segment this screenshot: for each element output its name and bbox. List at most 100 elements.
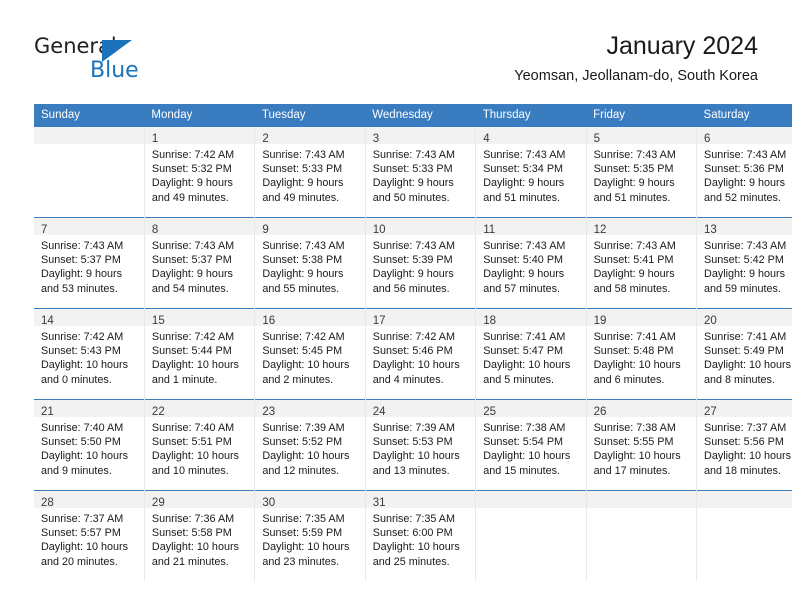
day-number-band: 10 xyxy=(366,218,476,236)
calendar-day-cell[interactable]: 3 Sunrise: 7:43 AM Sunset: 5:33 PM Daylight… xyxy=(364,127,476,218)
logo-word-blue: Blue xyxy=(90,58,139,83)
calendar-day-cell[interactable]: 21 Sunrise: 7:40 AM Sunset: 5:50 PM Dayligh… xyxy=(34,399,145,491)
daylight-text-cont: and 18 minutes. xyxy=(704,464,781,477)
calendar-day-cell[interactable]: 4 Sunrise: 7:43 AM Sunset: 5:34 PM Daylight… xyxy=(475,127,587,218)
daylight-text-cont: and 25 minutes. xyxy=(372,555,450,568)
daylight-text: Daylight: 9 hours xyxy=(593,268,675,281)
calendar-day-cell[interactable]: 19 Sunrise: 7:41 AM Sunset: 5:48 PM Dayligh… xyxy=(585,308,697,400)
daylight-text: Daylight: 9 hours xyxy=(41,268,123,281)
sunrise-text: Sunrise: 7:38 AM xyxy=(593,422,676,434)
calendar-day-cell[interactable]: 8 Sunrise: 7:43 AM Sunset: 5:37 PM Daylight… xyxy=(143,217,255,309)
sunset-text: Sunset: 5:46 PM xyxy=(372,345,453,358)
day-details: Sunrise: 7:43 AM Sunset: 5:42 PM Daylight:… xyxy=(698,235,792,296)
calendar-day-cell[interactable]: 2 Sunrise: 7:43 AM Sunset: 5:33 PM Daylight… xyxy=(254,127,366,218)
day-details: Sunrise: 7:41 AM Sunset: 5:47 PM Daylight:… xyxy=(477,326,586,387)
calendar-day-cell[interactable]: 17 Sunrise: 7:42 AM Sunset: 5:46 PM Dayligh… xyxy=(364,308,476,400)
sunset-text: Sunset: 5:44 PM xyxy=(151,345,232,358)
day-details: Sunrise: 7:43 AM Sunset: 5:36 PM Daylight:… xyxy=(698,144,792,205)
calendar-day-cell[interactable]: 12 Sunrise: 7:43 AM Sunset: 5:41 PM Dayligh… xyxy=(585,217,697,309)
daylight-text: Daylight: 10 hours xyxy=(41,450,129,463)
day-number-band: 21 xyxy=(34,400,144,418)
calendar-day-cell[interactable]: 13 Sunrise: 7:43 AM Sunset: 5:42 PM Dayligh… xyxy=(696,217,792,309)
calendar-day-cell[interactable]: 16 Sunrise: 7:42 AM Sunset: 5:45 PM Dayligh… xyxy=(254,308,366,400)
weekday-header-monday: Monday xyxy=(144,104,255,127)
calendar-day-cell[interactable]: 25 Sunrise: 7:38 AM Sunset: 5:54 PM Dayligh… xyxy=(475,399,587,491)
day-number: 24 xyxy=(372,406,386,418)
sunrise-text: Sunrise: 7:43 AM xyxy=(41,240,124,252)
daylight-text: Daylight: 10 hours xyxy=(372,450,460,463)
sunset-text: Sunset: 5:41 PM xyxy=(593,254,674,267)
sunrise-text: Sunrise: 7:43 AM xyxy=(372,240,455,252)
calendar-day-cell[interactable]: 22 Sunrise: 7:40 AM Sunset: 5:51 PM Dayligh… xyxy=(143,399,255,491)
daylight-text-cont: and 54 minutes. xyxy=(151,282,229,295)
daylight-text: Daylight: 10 hours xyxy=(483,359,571,372)
sunset-text: Sunset: 5:38 PM xyxy=(262,254,343,267)
daylight-text-cont: and 0 minutes. xyxy=(41,373,112,386)
day-number: 28 xyxy=(41,497,54,509)
sunrise-text: Sunrise: 7:43 AM xyxy=(704,240,787,252)
day-details: Sunrise: 7:42 AM Sunset: 5:45 PM Daylight:… xyxy=(256,326,365,387)
calendar-day-cell[interactable]: 26 Sunrise: 7:38 AM Sunset: 5:55 PM Dayligh… xyxy=(585,399,697,491)
calendar-day-cell[interactable]: 20 Sunrise: 7:41 AM Sunset: 5:49 PM Dayligh… xyxy=(696,308,792,400)
calendar-day-cell[interactable]: 9 Sunrise: 7:43 AM Sunset: 5:38 PM Daylight… xyxy=(254,217,366,309)
daylight-text: Daylight: 10 hours xyxy=(262,541,350,554)
day-number-band: 22 xyxy=(145,400,255,418)
calendar-day-cell[interactable]: 28 Sunrise: 7:37 AM Sunset: 5:57 PM Dayligh… xyxy=(34,490,145,581)
daylight-text-cont: and 8 minutes. xyxy=(704,373,775,386)
weekday-header-saturday: Saturday xyxy=(696,104,792,127)
daylight-text-cont: and 49 minutes. xyxy=(151,191,229,204)
calendar-week-row: 1 Sunrise: 7:42 AM Sunset: 5:32 PM Daylight… xyxy=(34,127,792,218)
calendar-day-cell[interactable]: 15 Sunrise: 7:42 AM Sunset: 5:44 PM Dayligh… xyxy=(143,308,255,400)
daylight-text: Daylight: 10 hours xyxy=(704,450,792,463)
sunrise-text: Sunrise: 7:43 AM xyxy=(483,240,566,252)
sunrise-text: Sunrise: 7:42 AM xyxy=(372,331,455,343)
calendar-day-cell[interactable]: 6 Sunrise: 7:43 AM Sunset: 5:36 PM Daylight… xyxy=(696,127,792,218)
daylight-text: Daylight: 10 hours xyxy=(151,450,239,463)
calendar-day-cell[interactable]: 24 Sunrise: 7:39 AM Sunset: 5:53 PM Dayligh… xyxy=(364,399,476,491)
day-details: Sunrise: 7:36 AM Sunset: 5:58 PM Daylight:… xyxy=(145,508,254,569)
calendar-day-cell[interactable]: 31 Sunrise: 7:35 AM Sunset: 6:00 PM Dayligh… xyxy=(364,490,476,581)
daylight-text-cont: and 12 minutes. xyxy=(262,464,340,477)
day-number-band: 14 xyxy=(34,309,144,327)
weekday-header-row: Sunday Monday Tuesday Wednesday Thursday Frid… xyxy=(34,104,792,127)
calendar-day-cell[interactable]: 5 Sunrise: 7:43 AM Sunset: 5:35 PM Daylight… xyxy=(585,127,697,218)
day-details xyxy=(698,508,792,512)
weekday-header-wednesday: Wednesday xyxy=(365,104,476,127)
day-number: 19 xyxy=(593,315,607,327)
weekday-header-tuesday: Tuesday xyxy=(254,104,366,127)
sunset-text: Sunset: 5:59 PM xyxy=(262,527,343,540)
sunrise-text: Sunrise: 7:43 AM xyxy=(593,240,676,252)
day-number-band xyxy=(697,491,792,508)
calendar-day-cell[interactable]: 7 Sunrise: 7:43 AM Sunset: 5:37 PM Daylight… xyxy=(34,217,145,309)
sunset-text: Sunset: 5:37 PM xyxy=(151,254,232,267)
general-blue-logo[interactable]: General Blue xyxy=(34,36,164,88)
calendar-day-cell[interactable]: 14 Sunrise: 7:42 AM Sunset: 5:43 PM Dayligh… xyxy=(34,308,145,400)
calendar-day-cell[interactable]: 10 Sunrise: 7:43 AM Sunset: 5:39 PM Dayligh… xyxy=(364,217,476,309)
daylight-text: Daylight: 9 hours xyxy=(372,177,454,190)
daylight-text: Daylight: 10 hours xyxy=(593,450,681,463)
sunrise-text: Sunrise: 7:39 AM xyxy=(262,422,345,434)
day-details: Sunrise: 7:42 AM Sunset: 5:32 PM Daylight:… xyxy=(145,144,254,205)
page-subtitle: Yeomsan, Jeollanam-do, South Korea xyxy=(514,68,758,84)
calendar-day-cell-empty xyxy=(696,490,792,581)
calendar-day-cell[interactable]: 29 Sunrise: 7:36 AM Sunset: 5:58 PM Dayligh… xyxy=(143,490,255,581)
calendar-day-cell[interactable]: 1 Sunrise: 7:42 AM Sunset: 5:32 PM Daylight… xyxy=(143,127,255,218)
daylight-text: Daylight: 9 hours xyxy=(483,177,565,190)
calendar-day-cell[interactable]: 23 Sunrise: 7:39 AM Sunset: 5:52 PM Dayligh… xyxy=(254,399,366,491)
day-number: 29 xyxy=(151,497,165,509)
day-number-band: 7 xyxy=(34,218,144,236)
day-details xyxy=(34,144,144,148)
calendar-day-cell[interactable]: 30 Sunrise: 7:35 AM Sunset: 5:59 PM Dayligh… xyxy=(254,490,366,581)
calendar-day-cell[interactable]: 11 Sunrise: 7:43 AM Sunset: 5:40 PM Dayligh… xyxy=(475,217,587,309)
day-details: Sunrise: 7:39 AM Sunset: 5:53 PM Daylight:… xyxy=(366,417,475,478)
daylight-text: Daylight: 10 hours xyxy=(372,541,460,554)
daylight-text: Daylight: 9 hours xyxy=(704,177,786,190)
sunset-text: Sunset: 5:36 PM xyxy=(704,163,784,176)
day-details: Sunrise: 7:43 AM Sunset: 5:39 PM Daylight:… xyxy=(366,235,475,296)
calendar-day-cell[interactable]: 18 Sunrise: 7:41 AM Sunset: 5:47 PM Dayligh… xyxy=(475,308,587,400)
sunrise-text: Sunrise: 7:43 AM xyxy=(372,149,455,161)
daylight-text-cont: and 51 minutes. xyxy=(593,191,671,204)
calendar-day-cell[interactable]: 27 Sunrise: 7:37 AM Sunset: 5:56 PM Dayligh… xyxy=(696,399,792,491)
day-number: 8 xyxy=(151,224,159,236)
day-number-band: 5 xyxy=(587,127,697,145)
